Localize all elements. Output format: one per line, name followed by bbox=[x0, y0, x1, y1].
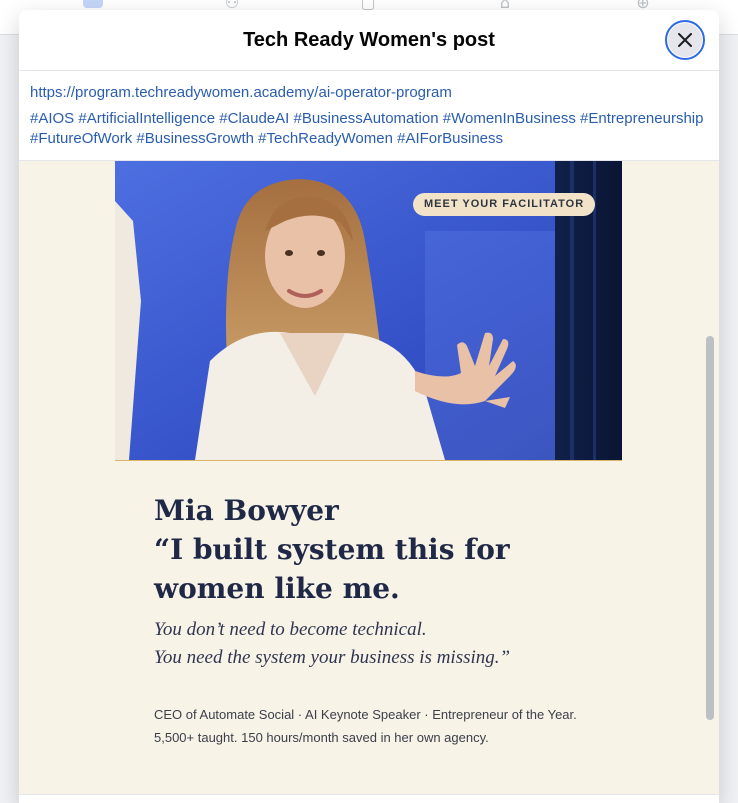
bio-line: 5,500+ taught. 150 hours/month saved in … bbox=[154, 730, 489, 745]
gaming-icon: ⊕ bbox=[636, 0, 650, 12]
close-button[interactable] bbox=[665, 20, 705, 60]
speaker-name: Mia Bowyer bbox=[154, 494, 339, 527]
marketplace-icon: ⌂ bbox=[499, 0, 511, 12]
hashtag[interactable]: #ClaudeAI bbox=[219, 110, 293, 127]
dialog-bottom-edge bbox=[19, 794, 719, 803]
close-icon bbox=[678, 33, 692, 47]
post-image[interactable]: MEET YOUR FACILITATOR Mia Bowyer “I buil… bbox=[19, 160, 719, 803]
hashtag[interactable]: #AIForBusiness bbox=[397, 130, 503, 147]
dialog-title: Tech Ready Women's post bbox=[243, 29, 495, 51]
program-link[interactable]: https://program.techreadywomen.academy/a… bbox=[30, 83, 452, 103]
quote-line: women like me. bbox=[154, 572, 400, 605]
hashtag[interactable]: #TechReadyWomen bbox=[258, 130, 397, 147]
hashtag[interactable]: #FutureOfWork bbox=[30, 130, 136, 147]
facilitator-photo: MEET YOUR FACILITATOR bbox=[115, 161, 622, 461]
quote-italic-line: You need the system your business is mis… bbox=[154, 647, 511, 668]
hashtag[interactable]: #BusinessAutomation bbox=[293, 110, 442, 127]
post-scroll-area[interactable]: https://program.techreadywomen.academy/a… bbox=[19, 71, 719, 803]
nav-home-active-indicator bbox=[83, 0, 103, 8]
hashtag[interactable]: #Entrepreneurship bbox=[580, 110, 703, 127]
meet-facilitator-badge: MEET YOUR FACILITATOR bbox=[413, 193, 596, 216]
quote-italic-line: You don’t need to become technical. bbox=[154, 619, 427, 640]
hashtag[interactable]: #ArtificialIntelligence bbox=[78, 110, 219, 127]
hashtag-list: #AIOS #ArtificialIntelligence #ClaudeAI … bbox=[30, 109, 710, 149]
bio-line: CEO of Automate Social · AI Keynote Spea… bbox=[154, 707, 577, 722]
hashtag[interactable]: #WomenInBusiness bbox=[443, 110, 580, 127]
hashtag[interactable]: #AIOS bbox=[30, 110, 78, 127]
friends-icon: ⚇ bbox=[224, 0, 240, 12]
hashtag[interactable]: #BusinessGrowth bbox=[136, 130, 258, 147]
dialog-header: Tech Ready Women's post bbox=[19, 10, 719, 71]
post-dialog: Tech Ready Women's post https://program.… bbox=[19, 10, 719, 803]
dialog-scrollbar[interactable] bbox=[706, 336, 714, 720]
video-icon: ▢ bbox=[360, 0, 376, 12]
quote-line: “I built system this for bbox=[154, 533, 510, 566]
speaker-bio: CEO of Automate Social · AI Keynote Spea… bbox=[154, 703, 654, 749]
quote-block: Mia Bowyer “I built system this for wome… bbox=[154, 491, 634, 672]
